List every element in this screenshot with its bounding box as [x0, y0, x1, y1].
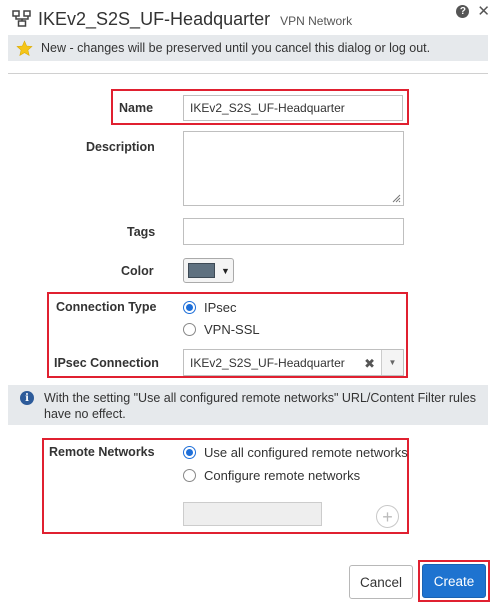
caret-down-icon: ▼ — [221, 265, 230, 276]
tags-label: Tags — [127, 225, 156, 239]
radio-use-all-label: Use all configured remote networks — [204, 445, 408, 460]
radio-configure-label: Configure remote networks — [204, 468, 361, 483]
description-textarea[interactable] — [183, 131, 404, 206]
remote-networks-label: Remote Networks — [49, 445, 155, 459]
dialog-title: IKEv2_S2S_UF-Headquarter — [38, 8, 271, 29]
radio-configure-remote[interactable]: Configure remote networks — [183, 468, 360, 483]
info-icon: i — [20, 391, 34, 405]
radio-vpn-ssl-label: VPN-SSL — [204, 322, 260, 337]
color-swatch — [188, 263, 215, 278]
name-value: IKEv2_S2S_UF-Headquarter — [190, 101, 345, 115]
tags-input[interactable] — [183, 218, 404, 245]
radio-button-checked[interactable] — [183, 301, 196, 314]
ipsec-connection-select[interactable]: IKEv2_S2S_UF-Headquarter ✖ ▼ — [183, 349, 404, 376]
plus-icon: + — [376, 505, 399, 528]
ipsec-connection-label: IPsec Connection — [54, 356, 159, 370]
radio-button-unchecked[interactable] — [183, 323, 196, 336]
notice-text: New - changes will be preserved until yo… — [41, 41, 431, 55]
radio-button-unchecked[interactable] — [183, 469, 196, 482]
color-label: Color — [121, 264, 154, 278]
connection-type-label: Connection Type — [56, 300, 157, 314]
new-object-notice: New - changes will be preserved until yo… — [8, 35, 488, 61]
radio-ipsec-label: IPsec — [204, 300, 237, 315]
radio-ipsec[interactable]: IPsec — [183, 300, 237, 315]
close-icon[interactable]: ✕ — [477, 4, 490, 19]
info-text: With the setting "Use all configured rem… — [44, 391, 476, 421]
cancel-button[interactable]: Cancel — [349, 565, 413, 599]
divider — [8, 73, 488, 74]
ipsec-connection-value: IKEv2_S2S_UF-Headquarter — [190, 355, 345, 370]
create-button[interactable]: Create — [422, 564, 486, 598]
dialog-header: IKEv2_S2S_UF-Headquarter VPN Network — [12, 6, 488, 32]
name-label: Name — [119, 101, 154, 115]
radio-button-checked[interactable] — [183, 446, 196, 459]
dialog-subtitle: VPN Network — [280, 14, 353, 28]
remote-network-input — [183, 502, 322, 526]
radio-use-all-remote[interactable]: Use all configured remote networks — [183, 445, 408, 460]
color-picker-button[interactable]: ▼ — [183, 258, 234, 283]
description-label: Description — [86, 140, 155, 154]
name-input[interactable]: IKEv2_S2S_UF-Headquarter — [183, 95, 403, 121]
radio-vpn-ssl[interactable]: VPN-SSL — [183, 322, 260, 337]
chevron-down-icon[interactable]: ▼ — [381, 350, 403, 375]
network-icon — [12, 10, 31, 27]
star-icon — [16, 39, 33, 56]
clear-icon[interactable]: ✖ — [364, 356, 375, 372]
help-icon[interactable]: ? — [456, 5, 470, 18]
resize-grip-icon[interactable] — [391, 193, 401, 203]
info-banner: i With the setting "Use all configured r… — [8, 385, 488, 425]
